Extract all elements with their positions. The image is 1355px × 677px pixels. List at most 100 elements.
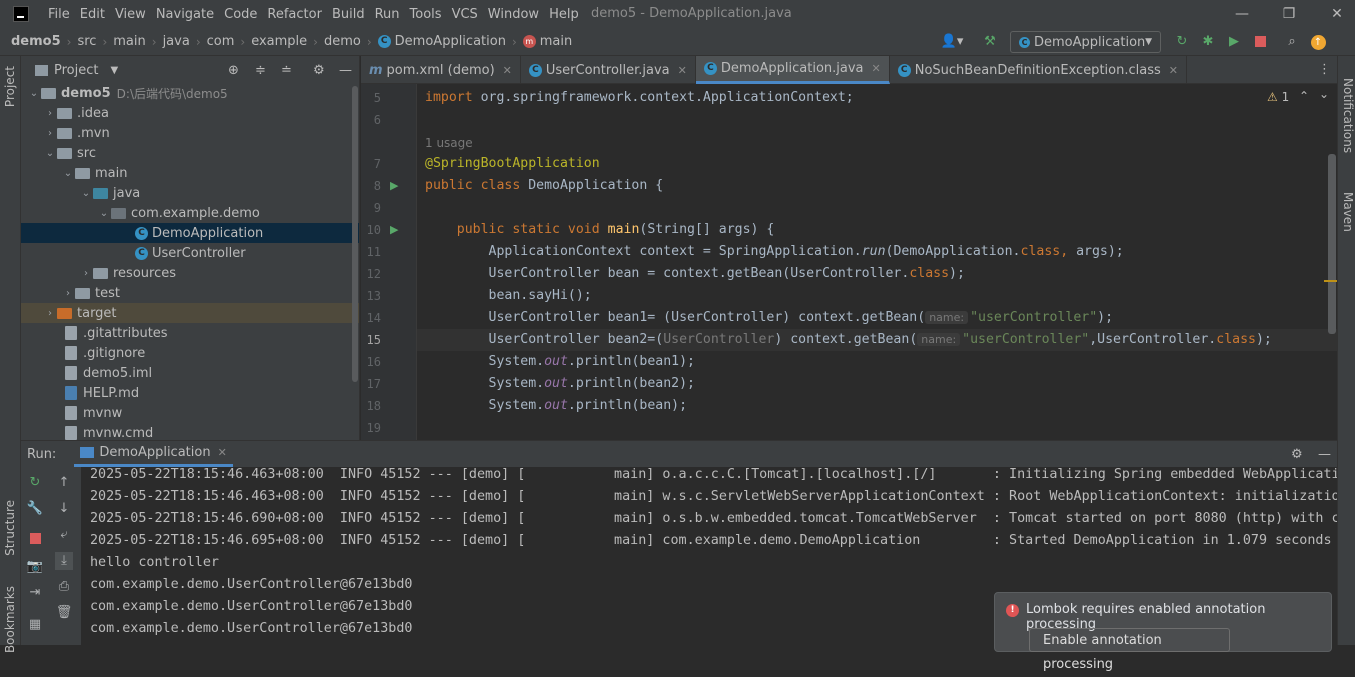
stop-icon[interactable] — [1252, 34, 1268, 50]
close-icon[interactable]: ✕ — [503, 64, 512, 77]
menu-refactor[interactable]: Refactor — [262, 7, 327, 22]
menu-code[interactable]: Code — [219, 7, 262, 22]
coverage-icon[interactable]: ▶ — [1226, 34, 1242, 50]
tree-item-demoapplication[interactable]: C DemoApplication — [21, 223, 359, 243]
notifications-tool-tab[interactable]: Notifications — [1341, 78, 1355, 153]
project-panel-title[interactable]: Project — [54, 63, 98, 78]
rerun-icon[interactable]: ↻ — [1174, 34, 1190, 50]
tree-item-main[interactable]: ⌄ main — [21, 163, 352, 183]
tree-item-java[interactable]: ⌄ java — [21, 183, 352, 203]
chevron-up-icon[interactable]: ⌃ — [1299, 89, 1309, 103]
close-icon[interactable]: ✕ — [1169, 64, 1178, 77]
menu-build[interactable]: Build — [327, 7, 370, 22]
rerun-icon[interactable]: ↻ — [26, 474, 44, 492]
collapse-all-icon[interactable]: ≐ — [281, 63, 292, 78]
run-gutter-icon[interactable]: ▶ — [390, 223, 398, 236]
tree-item-root[interactable]: ⌄ demo5 D:\后端代码\demo5 — [21, 83, 352, 103]
breadcrumb-project[interactable]: demo5 — [11, 34, 61, 49]
layout-icon[interactable]: ▦ — [26, 616, 44, 634]
close-icon[interactable]: ✕ — [678, 64, 687, 77]
maven-tool-tab[interactable]: Maven — [1341, 192, 1355, 232]
breadcrumb-class[interactable]: DemoApplication — [395, 34, 506, 49]
enable-annotation-processing-button[interactable]: Enable annotation processing — [1029, 628, 1230, 672]
user-icon[interactable]: 👤▾ — [940, 34, 964, 50]
gear-icon[interactable]: ⚙ — [1291, 447, 1303, 462]
hammer-icon[interactable]: ⚒ — [982, 34, 998, 50]
breadcrumb-main[interactable]: main — [113, 34, 145, 49]
tab-pom[interactable]: m pom.xml (demo) ✕ — [361, 56, 521, 84]
scroll-to-end-icon[interactable]: ⤓ — [55, 552, 73, 570]
bookmarks-tool-tab[interactable]: Bookmarks — [3, 586, 17, 653]
run-gutter-icon[interactable]: ▶ — [390, 179, 398, 192]
tab-usercontroller[interactable]: C UserController.java ✕ — [521, 56, 696, 84]
more-tabs-icon[interactable]: ⋮ — [1318, 62, 1331, 77]
tab-demoapplication[interactable]: C DemoApplication.java ✕ — [695, 56, 890, 84]
close-icon[interactable]: ✕ — [218, 446, 227, 459]
arrow-down-icon[interactable]: ↓ — [55, 500, 73, 518]
menu-file[interactable]: File — [43, 7, 75, 22]
breadcrumb-com[interactable]: com — [207, 34, 235, 49]
breadcrumb-method[interactable]: main — [540, 34, 572, 49]
warning-indicator[interactable]: ⚠ 1 — [1267, 90, 1289, 104]
gear-icon[interactable]: ⚙ — [313, 63, 325, 78]
breadcrumb-src[interactable]: src — [77, 34, 96, 49]
hide-icon[interactable]: — — [1318, 447, 1331, 462]
breadcrumb-java[interactable]: java — [163, 34, 190, 49]
editor-scrollbar[interactable] — [1328, 154, 1336, 334]
soft-wrap-icon[interactable]: ⤶ — [55, 526, 73, 544]
breadcrumb-example[interactable]: example — [251, 34, 307, 49]
menu-edit[interactable]: Edit — [75, 7, 110, 22]
tree-item-src[interactable]: ⌄ src — [21, 143, 352, 163]
tree-item-usercontroller[interactable]: C UserController — [21, 243, 352, 263]
hide-icon[interactable]: — — [339, 63, 352, 78]
close-icon[interactable]: ✕ — [1327, 4, 1347, 24]
tree-item-idea[interactable]: › .idea — [21, 103, 352, 123]
usages-hint[interactable]: 1 usage — [425, 136, 473, 150]
menu-run[interactable]: Run — [370, 7, 405, 22]
tab-nosuchbean[interactable]: C NoSuchBeanDefinitionException.class ✕ — [890, 56, 1187, 84]
chevron-down-icon[interactable]: ⌄ — [1319, 87, 1329, 101]
wrench-icon[interactable]: 🔧 — [26, 500, 44, 518]
tree-item-resources[interactable]: › resources — [21, 263, 352, 283]
exit-icon[interactable]: ⇥ — [26, 584, 44, 602]
menu-help[interactable]: Help — [544, 7, 584, 22]
tree-item-mvn[interactable]: › .mvn — [21, 123, 352, 143]
caret-down-icon[interactable]: ▼ — [110, 65, 118, 76]
code-editor[interactable]: 5 6 7 8 9 10 11 12 13 14 15 16 17 18 19 … — [361, 84, 1337, 440]
tree-item-gitattributes[interactable]: .gitattributes — [21, 323, 352, 343]
minimize-icon[interactable]: — — [1232, 4, 1252, 24]
search-icon[interactable]: ⌕ — [1284, 34, 1300, 50]
run-configuration-select[interactable]: C DemoApplication ▼ — [1010, 31, 1161, 53]
restore-icon[interactable]: ❐ — [1279, 4, 1299, 24]
menu-view[interactable]: View — [110, 7, 151, 22]
project-tool-tab[interactable]: Project — [3, 66, 17, 107]
tree-item-iml[interactable]: demo5.iml — [21, 363, 352, 383]
debug-icon[interactable]: ✱ — [1200, 34, 1216, 50]
menu-window[interactable]: Window — [483, 7, 544, 22]
intellij-logo-icon[interactable] — [13, 6, 29, 22]
tree-item-target[interactable]: › target — [21, 303, 359, 323]
tree-item-gitignore[interactable]: .gitignore — [21, 343, 352, 363]
menu-vcs[interactable]: VCS — [447, 7, 483, 22]
tree-item-help[interactable]: HELP.md — [21, 383, 352, 403]
menu-navigate[interactable]: Navigate — [151, 7, 219, 22]
run-tab-demoapplication[interactable]: DemoApplication ✕ — [74, 441, 233, 467]
camera-icon[interactable]: 📷 — [26, 558, 44, 576]
structure-tool-tab[interactable]: Structure — [3, 500, 17, 556]
tree-item-mvnw[interactable]: mvnw — [21, 403, 352, 423]
stop-icon[interactable] — [26, 532, 44, 550]
menu-tools[interactable]: Tools — [405, 7, 447, 22]
project-scrollbar[interactable] — [352, 86, 358, 382]
tree-item-package[interactable]: ⌄ com.example.demo — [21, 203, 352, 223]
print-icon[interactable]: ⎙ — [55, 578, 73, 596]
console-line: 2025-05-22T18:15:46.463+08:00 INFO 45152… — [90, 489, 1337, 504]
trash-icon[interactable]: 🗑 — [55, 604, 73, 622]
update-icon[interactable]: ↑ — [1310, 34, 1326, 50]
expand-all-icon[interactable]: ≑ — [255, 63, 266, 78]
close-icon[interactable]: ✕ — [872, 62, 881, 75]
arrow-up-icon[interactable]: ↑ — [55, 474, 73, 492]
tree-item-test[interactable]: › test — [21, 283, 352, 303]
warning-marker[interactable] — [1324, 280, 1337, 282]
crosshair-icon[interactable]: ⊕ — [228, 63, 239, 78]
breadcrumb-demo[interactable]: demo — [324, 34, 361, 49]
